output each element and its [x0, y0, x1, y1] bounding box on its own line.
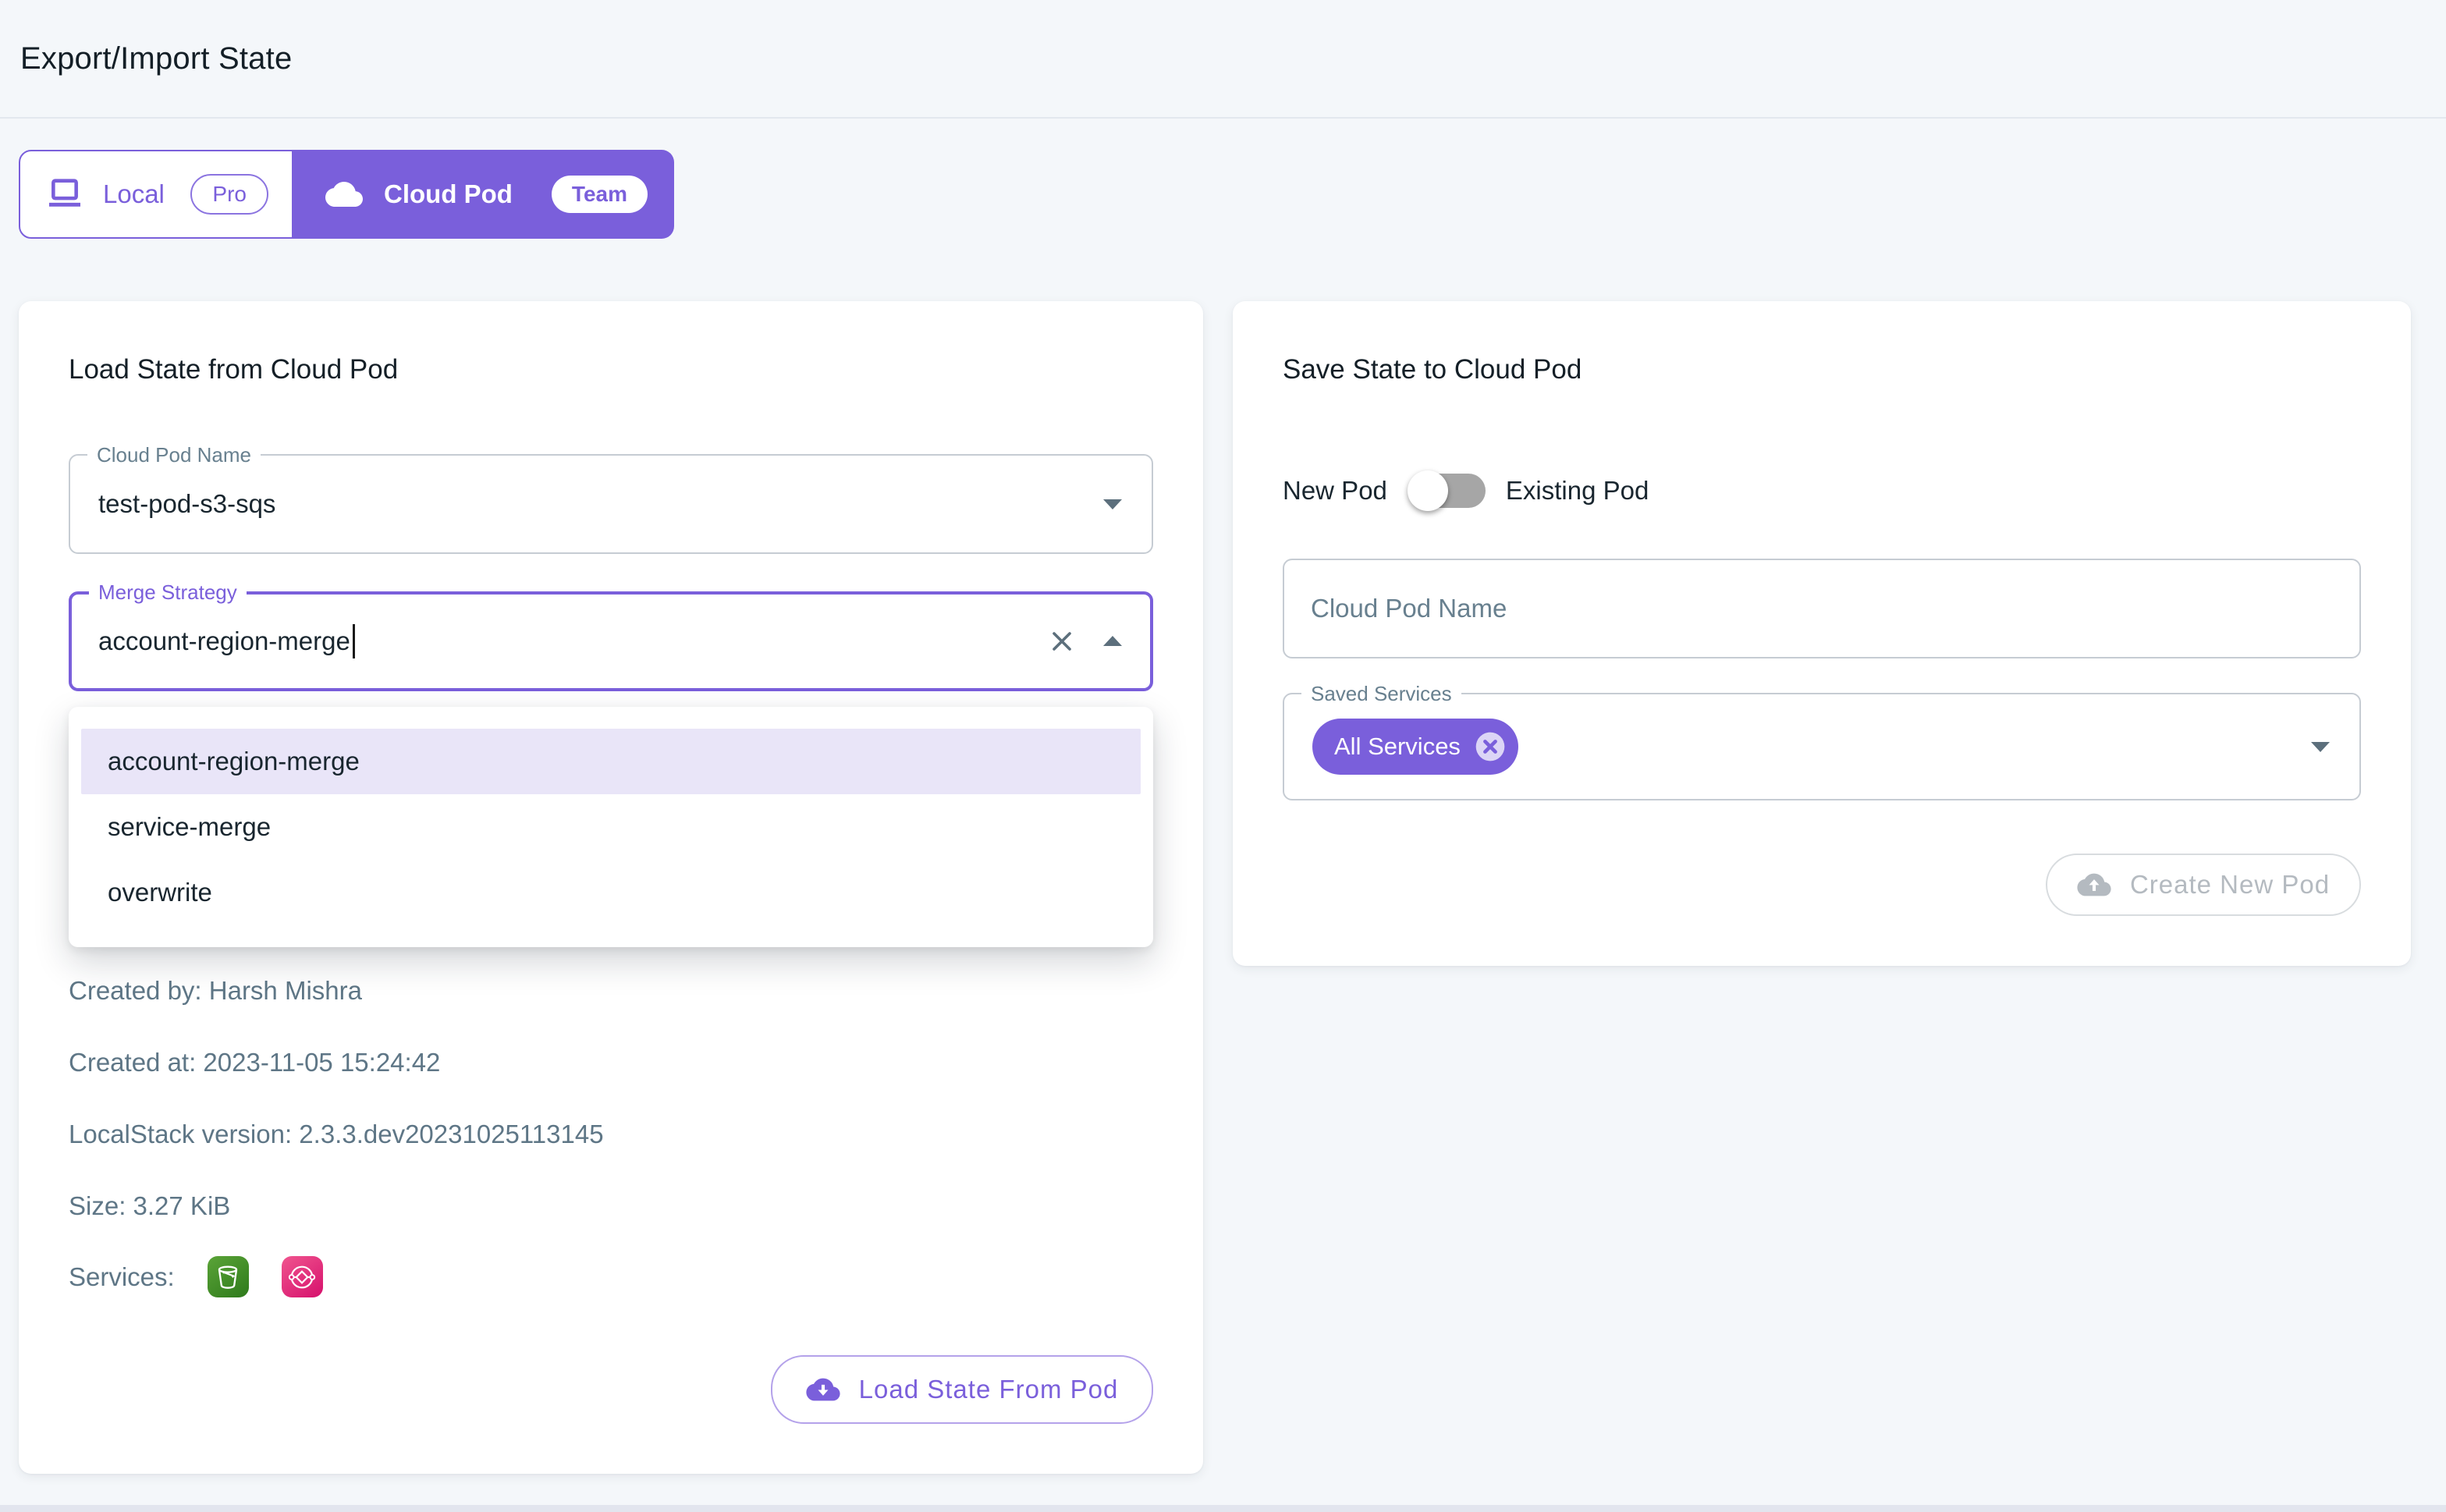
cloud-upload-icon — [2077, 871, 2111, 899]
chevron-up-icon[interactable] — [1102, 634, 1124, 648]
option-service-merge[interactable]: service-merge — [81, 794, 1141, 860]
create-new-pod-button[interactable]: Create New Pod — [2046, 854, 2361, 916]
switch-knob[interactable] — [1408, 470, 1448, 511]
s3-service-icon — [208, 1256, 249, 1297]
all-services-chip[interactable]: All Services — [1312, 719, 1518, 775]
cloud-icon — [325, 179, 364, 210]
new-pod-name-input[interactable] — [1283, 559, 2361, 658]
merge-strategy-input[interactable]: Merge Strategy account-region-merge — [69, 591, 1153, 691]
option-account-region-merge[interactable]: account-region-merge — [81, 729, 1141, 794]
pod-mode-tabs: Local Pro Cloud Pod Team — [19, 150, 674, 239]
pro-badge: Pro — [190, 174, 268, 215]
clear-icon[interactable] — [1049, 628, 1075, 655]
services-row: Services: — [69, 1256, 1153, 1297]
created-at-text: Created at: 2023-11-05 15:24:42 — [69, 1047, 1153, 1078]
save-state-card: Save State to Cloud Pod New Pod Existing… — [1233, 301, 2411, 966]
create-new-pod-button-label: Create New Pod — [2130, 870, 2330, 900]
load-state-button[interactable]: Load State From Pod — [771, 1355, 1153, 1424]
load-card-title: Load State from Cloud Pod — [69, 351, 1153, 389]
tab-cloud-pod[interactable]: Cloud Pod Team — [293, 150, 674, 239]
text-cursor — [353, 624, 355, 658]
cloud-pod-name-label: Cloud Pod Name — [87, 443, 261, 467]
chevron-down-icon[interactable] — [2309, 740, 2331, 754]
localstack-version-text: LocalStack version: 2.3.3.dev20231025113… — [69, 1119, 1153, 1150]
pod-metadata: Created by: Harsh Mishra Created at: 202… — [69, 975, 1153, 1222]
services-label: Services: — [69, 1262, 175, 1292]
saved-services-select[interactable]: Saved Services All Services — [1283, 693, 2361, 800]
tab-local[interactable]: Local Pro — [19, 150, 293, 239]
merge-strategy-label: Merge Strategy — [89, 580, 247, 604]
load-state-button-label: Load State From Pod — [859, 1375, 1119, 1404]
cloud-pod-name-select[interactable]: Cloud Pod Name test-pod-s3-sqs — [69, 454, 1153, 554]
tab-cloud-pod-label: Cloud Pod — [384, 179, 513, 209]
existing-pod-label: Existing Pod — [1506, 476, 1649, 506]
merge-strategy-options: account-region-merge service-merge overw… — [69, 707, 1153, 947]
pod-mode-toggle-row: New Pod Existing Pod — [1283, 470, 2361, 512]
new-pod-label: New Pod — [1283, 476, 1387, 506]
sqs-service-icon — [282, 1256, 323, 1297]
save-card-title: Save State to Cloud Pod — [1283, 351, 2361, 389]
cloud-pod-name-value: test-pod-s3-sqs — [98, 489, 275, 519]
input-adornments — [1049, 628, 1124, 655]
all-services-chip-label: All Services — [1334, 733, 1461, 761]
saved-services-label: Saved Services — [1301, 682, 1461, 705]
page-bottom-divider — [0, 1505, 2446, 1512]
option-overwrite[interactable]: overwrite — [81, 860, 1141, 925]
chevron-down-icon[interactable] — [1102, 497, 1124, 511]
load-state-card: Load State from Cloud Pod Cloud Pod Name… — [19, 301, 1203, 1474]
existing-pod-switch[interactable] — [1408, 470, 1486, 512]
size-text: Size: 3.27 KiB — [69, 1191, 1153, 1222]
team-badge: Team — [552, 176, 648, 213]
laptop-icon — [47, 179, 83, 210]
merge-strategy-value: account-region-merge — [98, 626, 350, 656]
tab-local-label: Local — [103, 179, 165, 209]
content-area: Local Pro Cloud Pod Team Load State from… — [0, 119, 2446, 1474]
created-by-text: Created by: Harsh Mishra — [69, 975, 1153, 1006]
chip-remove-icon[interactable] — [1473, 729, 1507, 764]
cloud-download-icon — [806, 1375, 840, 1404]
page-title: Export/Import State — [20, 41, 292, 76]
page-header: Export/Import State — [0, 0, 2446, 119]
